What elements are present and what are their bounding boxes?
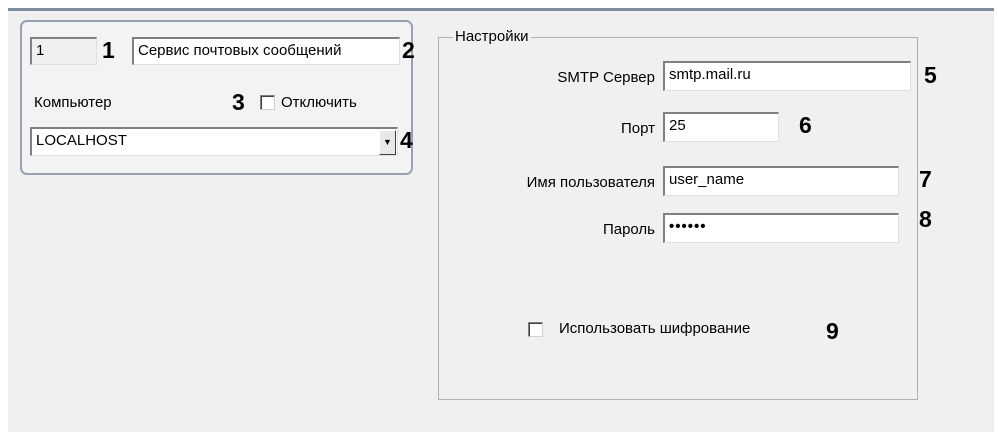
computer-dropdown-button[interactable]: ▼ [379, 130, 396, 155]
username-label: Имя пользователя [526, 174, 655, 191]
callout-6: 6 [799, 112, 812, 138]
password-label: Пароль [602, 221, 655, 238]
disable-label: Отключить [281, 94, 357, 111]
computer-select[interactable]: LOCALHOST ▼ [30, 127, 398, 156]
encryption-checkbox[interactable] [528, 322, 543, 337]
disable-checkbox[interactable] [260, 95, 275, 110]
callout-7: 7 [919, 166, 932, 192]
callout-9: 9 [826, 318, 839, 344]
callout-3: 3 [232, 89, 245, 115]
callout-2: 2 [402, 37, 415, 63]
smtp-server-input[interactable]: smtp.mail.ru [663, 61, 911, 91]
object-name-field[interactable]: Сервис почтовых сообщений [132, 37, 400, 65]
callout-4: 4 [400, 127, 413, 153]
smtp-server-label: SMTP Сервер [557, 69, 655, 86]
encryption-label: Использовать шифрование [559, 320, 751, 337]
object-id-field: 1 [30, 37, 97, 65]
port-label: Порт [620, 120, 655, 137]
callout-8: 8 [919, 206, 932, 232]
callout-5: 5 [924, 62, 937, 88]
port-input[interactable]: 25 [663, 112, 779, 142]
username-input[interactable]: user_name [663, 166, 899, 196]
computer-select-value: LOCALHOST [36, 132, 127, 149]
computer-label: Компьютер [34, 94, 112, 111]
chevron-down-icon: ▼ [383, 137, 392, 147]
callout-1: 1 [102, 37, 115, 63]
settings-group-title: Настройки [453, 28, 531, 45]
password-input[interactable]: •••••• [663, 213, 899, 243]
